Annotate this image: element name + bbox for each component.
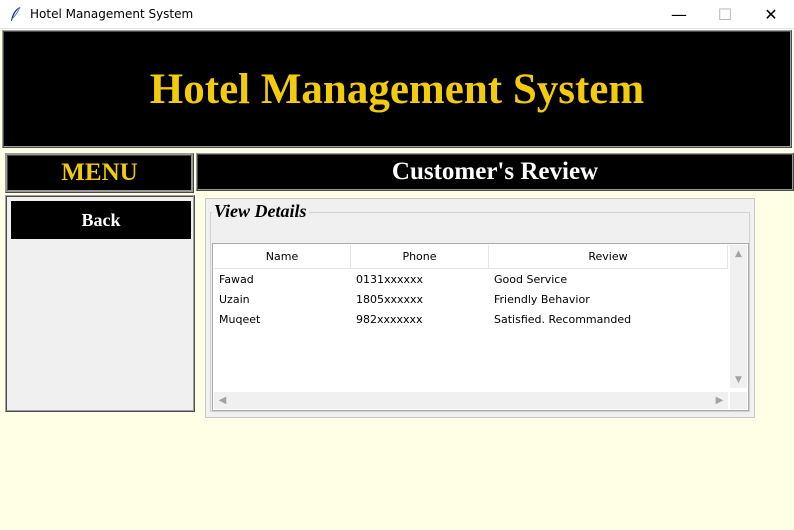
cell-phone: 982xxxxxxx <box>356 312 423 326</box>
view-details-frame: View Details Name Phone Review Fawad 013… <box>205 198 755 418</box>
back-button[interactable]: Back <box>11 201 191 239</box>
maximize-button[interactable]: ☐ <box>702 0 748 29</box>
column-header-name[interactable]: Name <box>214 245 351 268</box>
scroll-left-icon[interactable]: ◀ <box>214 392 231 409</box>
view-details-label: View Details <box>212 200 309 222</box>
title-bar: Hotel Management System — ☐ ✕ <box>0 0 794 29</box>
review-table-container: Name Phone Review Fawad 0131xxxxxx Good … <box>212 243 749 411</box>
vertical-scrollbar[interactable]: ▲ ▼ <box>730 245 747 388</box>
cell-phone: 0131xxxxxx <box>356 272 424 286</box>
cell-name: Uzain <box>219 292 250 306</box>
column-header-review[interactable]: Review <box>489 245 728 268</box>
app-window: Hotel Management System MENU Customer's … <box>0 30 794 530</box>
menu-title: MENU <box>5 153 194 193</box>
horizontal-scrollbar[interactable]: ◀ ▶ <box>214 392 728 409</box>
scrollbar-corner <box>730 392 747 409</box>
review-table[interactable]: Name Phone Review Fawad 0131xxxxxx Good … <box>214 245 728 388</box>
table-row[interactable]: Fawad 0131xxxxxx Good Service <box>214 269 728 289</box>
close-button[interactable]: ✕ <box>748 0 794 29</box>
section-title: Customer's Review <box>196 153 794 191</box>
cell-phone: 1805xxxxxx <box>356 292 424 306</box>
app-heading: Hotel Management System <box>149 65 645 113</box>
table-header: Name Phone Review <box>214 245 728 269</box>
maximize-icon: ☐ <box>717 5 733 24</box>
back-button-label: Back <box>81 209 121 230</box>
header-banner: Hotel Management System <box>2 30 792 148</box>
cell-name: Fawad <box>219 272 254 286</box>
minimize-icon: — <box>671 5 687 24</box>
scroll-down-icon[interactable]: ▼ <box>730 371 747 388</box>
table-row[interactable]: Muqeet 982xxxxxxx Satisfied. Recommanded <box>214 309 728 329</box>
close-icon: ✕ <box>764 5 778 24</box>
divider <box>0 148 794 152</box>
window-title: Hotel Management System <box>30 7 194 21</box>
menu-panel: Back <box>5 195 195 412</box>
feather-icon <box>11 6 21 21</box>
menu-title-label: MENU <box>61 159 138 186</box>
scroll-up-icon[interactable]: ▲ <box>730 245 747 262</box>
cell-review: Good Service <box>494 272 568 286</box>
cell-name: Muqeet <box>219 312 261 326</box>
minimize-button[interactable]: — <box>656 0 702 29</box>
section-title-label: Customer's Review <box>391 158 599 185</box>
scroll-right-icon[interactable]: ▶ <box>711 392 728 409</box>
cell-review: Friendly Behavior <box>494 292 590 306</box>
table-row[interactable]: Uzain 1805xxxxxx Friendly Behavior <box>214 289 728 309</box>
column-header-phone[interactable]: Phone <box>351 245 489 268</box>
cell-review: Satisfied. Recommanded <box>494 312 632 326</box>
